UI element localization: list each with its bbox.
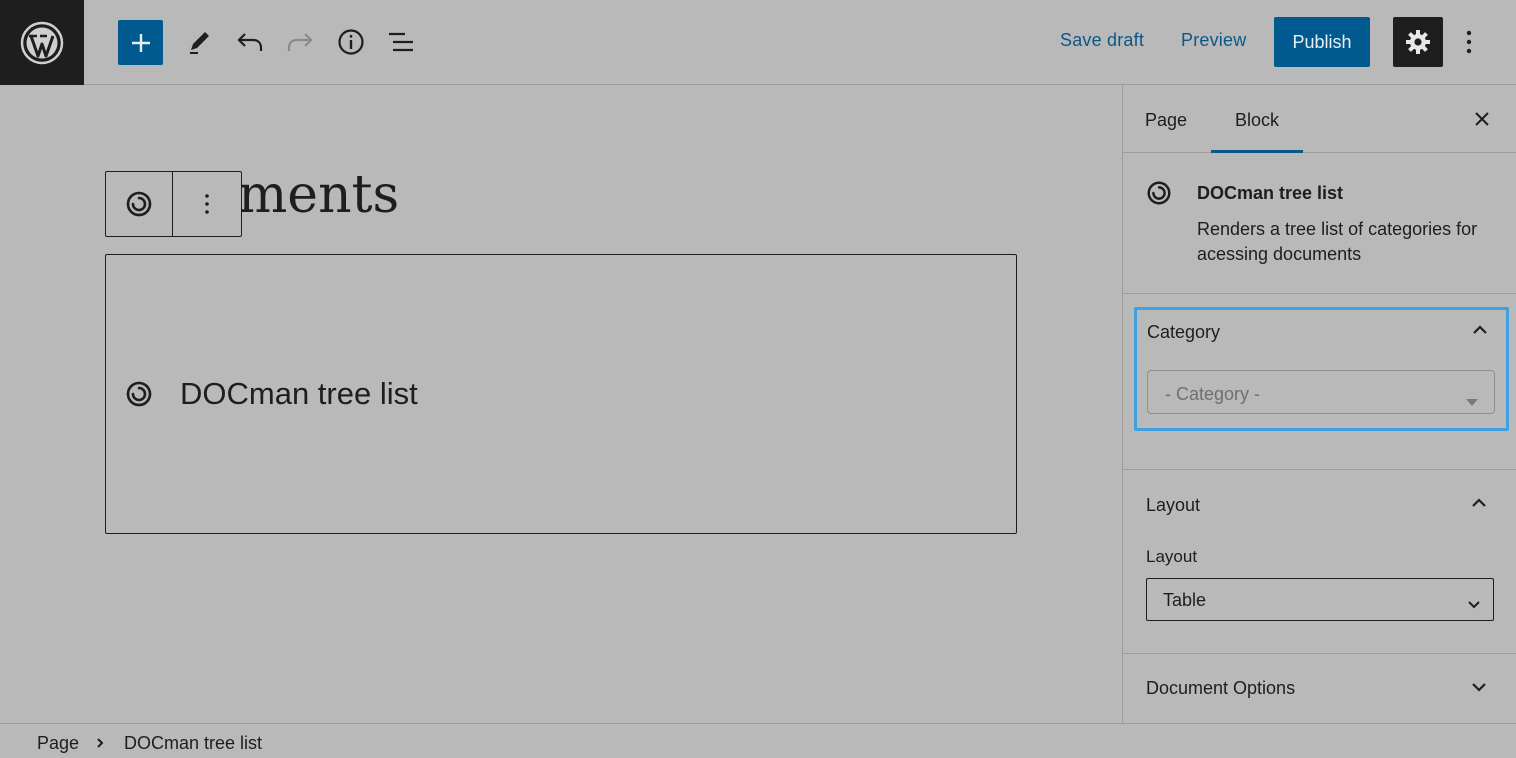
- wordpress-logo-button[interactable]: [0, 0, 84, 85]
- sidebar-tabs: Page Block: [1123, 85, 1516, 153]
- chevron-up-icon[interactable]: [1472, 322, 1488, 340]
- layout-select[interactable]: Table: [1146, 578, 1494, 621]
- chevron-right-icon: [96, 733, 104, 754]
- block-card-description: Renders a tree list of categories for ac…: [1197, 219, 1478, 264]
- tab-page[interactable]: Page: [1145, 85, 1187, 153]
- breadcrumb-block[interactable]: DOCman tree list: [124, 733, 262, 754]
- block-type-button[interactable]: [106, 172, 173, 236]
- block-placeholder-label: DOCman tree list: [180, 376, 418, 411]
- save-draft-button[interactable]: Save draft: [1060, 30, 1144, 56]
- tab-block[interactable]: Block: [1211, 85, 1303, 153]
- docman-icon: [126, 191, 152, 217]
- breadcrumb-page[interactable]: Page: [37, 733, 79, 754]
- block-card-title: DOCman tree list: [1197, 183, 1344, 203]
- divider: [1123, 469, 1516, 470]
- list-view-icon: [389, 32, 413, 52]
- more-vertical-icon: [205, 194, 209, 214]
- redo-icon: [287, 33, 313, 51]
- category-select[interactable]: - Category -: [1147, 370, 1495, 414]
- settings-button[interactable]: [1393, 17, 1443, 67]
- docman-icon: [1145, 179, 1173, 212]
- options-menu-button[interactable]: [1454, 22, 1484, 62]
- redo-button[interactable]: [280, 22, 320, 62]
- chevron-up-icon[interactable]: [1471, 495, 1487, 513]
- undo-button[interactable]: [230, 22, 270, 62]
- close-icon: [1475, 112, 1489, 126]
- settings-sidebar: Page Block DOCman tree list Renders a tr: [1122, 85, 1516, 723]
- more-vertical-icon: [1466, 30, 1472, 54]
- add-block-button[interactable]: [118, 20, 163, 65]
- caret-down-icon: [1466, 390, 1478, 411]
- list-view-button[interactable]: [381, 22, 421, 62]
- document-options-panel-title[interactable]: Document Options: [1146, 678, 1295, 699]
- page-title-heading[interactable]: ments: [238, 160, 399, 230]
- preview-button[interactable]: Preview: [1181, 30, 1246, 56]
- editor-header: Save draft Preview Publish: [0, 0, 1516, 85]
- chevron-down-icon: [1467, 593, 1481, 614]
- pencil-icon: [190, 32, 209, 54]
- layout-select-value: Table: [1163, 590, 1207, 610]
- publish-button[interactable]: Publish: [1274, 17, 1370, 67]
- block-toolbar: [105, 171, 242, 237]
- gear-icon: [1406, 30, 1430, 54]
- layout-field-label: Layout: [1146, 547, 1198, 566]
- chevron-down-icon[interactable]: [1471, 679, 1487, 697]
- category-select-placeholder: - Category -: [1165, 384, 1261, 404]
- tools-pencil-button[interactable]: [179, 22, 219, 62]
- block-breadcrumb: Page DOCman tree list: [0, 723, 1516, 758]
- undo-icon: [237, 33, 263, 51]
- plus-icon: [131, 33, 150, 52]
- docman-icon: [126, 381, 152, 407]
- info-icon: [338, 29, 364, 55]
- docman-tree-list-block[interactable]: DOCman tree list: [105, 254, 1017, 534]
- layout-panel-title[interactable]: Layout: [1146, 495, 1200, 516]
- details-button[interactable]: [331, 22, 371, 62]
- category-panel: Category - Category -: [1134, 307, 1509, 431]
- category-panel-title[interactable]: Category: [1147, 322, 1220, 343]
- wordpress-icon: [20, 21, 64, 64]
- block-card: DOCman tree list Renders a tree list of …: [1123, 153, 1516, 294]
- divider: [1123, 653, 1516, 654]
- block-options-button[interactable]: [173, 172, 241, 236]
- close-sidebar-button[interactable]: [1470, 107, 1494, 131]
